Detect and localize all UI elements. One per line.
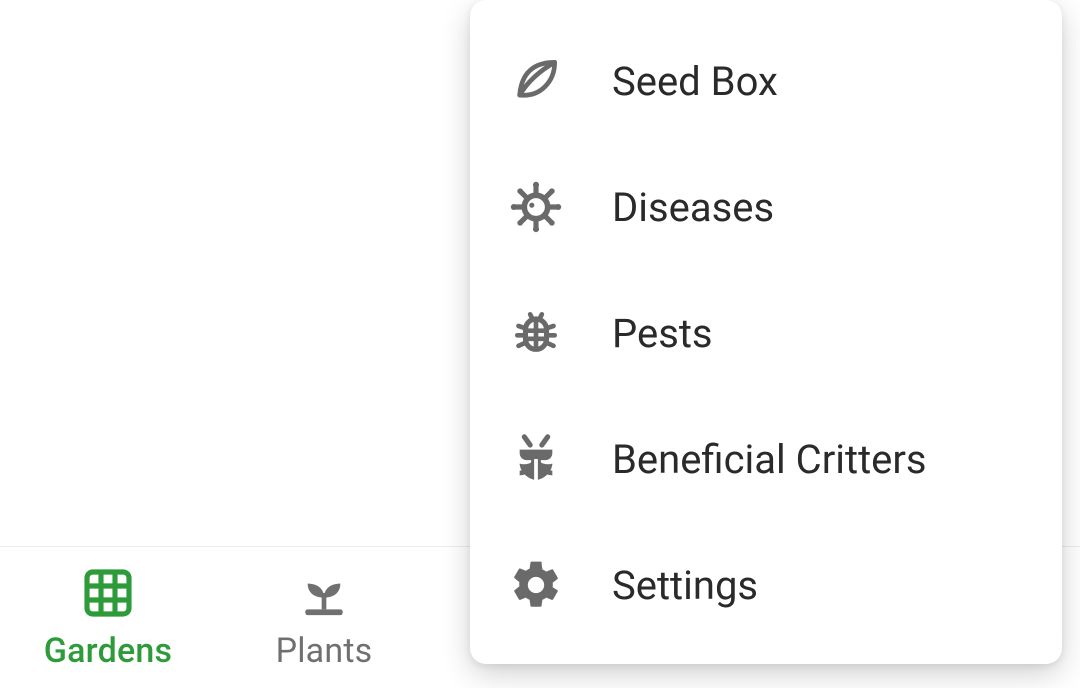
menu-item-settings-label: Settings (612, 562, 758, 609)
menu-item-settings[interactable]: Settings (470, 522, 1062, 648)
virus-icon (508, 179, 564, 235)
menu-item-diseases-label: Diseases (612, 184, 774, 231)
menu-item-pests-label: Pests (612, 310, 713, 357)
menu-item-beneficial-critters[interactable]: Beneficial Critters (470, 396, 1062, 522)
leaf-icon (508, 53, 564, 109)
menu-item-seed-box[interactable]: Seed Box (470, 18, 1062, 144)
sprout-icon (296, 565, 352, 621)
tab-gardens[interactable]: Gardens (0, 547, 216, 688)
grid-icon (80, 565, 136, 621)
tab-plants[interactable]: Plants (216, 547, 432, 688)
menu-item-diseases[interactable]: Diseases (470, 144, 1062, 270)
menu-item-pests[interactable]: Pests (470, 270, 1062, 396)
menu-item-beneficial-critters-label: Beneficial Critters (612, 436, 927, 483)
tab-plants-label: Plants (276, 631, 373, 671)
app-root: Gardens Plants (0, 0, 1080, 688)
gear-icon (508, 557, 564, 613)
tab-gardens-label: Gardens (44, 631, 172, 671)
bug-icon (508, 305, 564, 361)
menu-item-seed-box-label: Seed Box (612, 58, 778, 105)
overflow-menu: Seed Box (470, 0, 1062, 664)
beetle-icon (508, 431, 564, 487)
